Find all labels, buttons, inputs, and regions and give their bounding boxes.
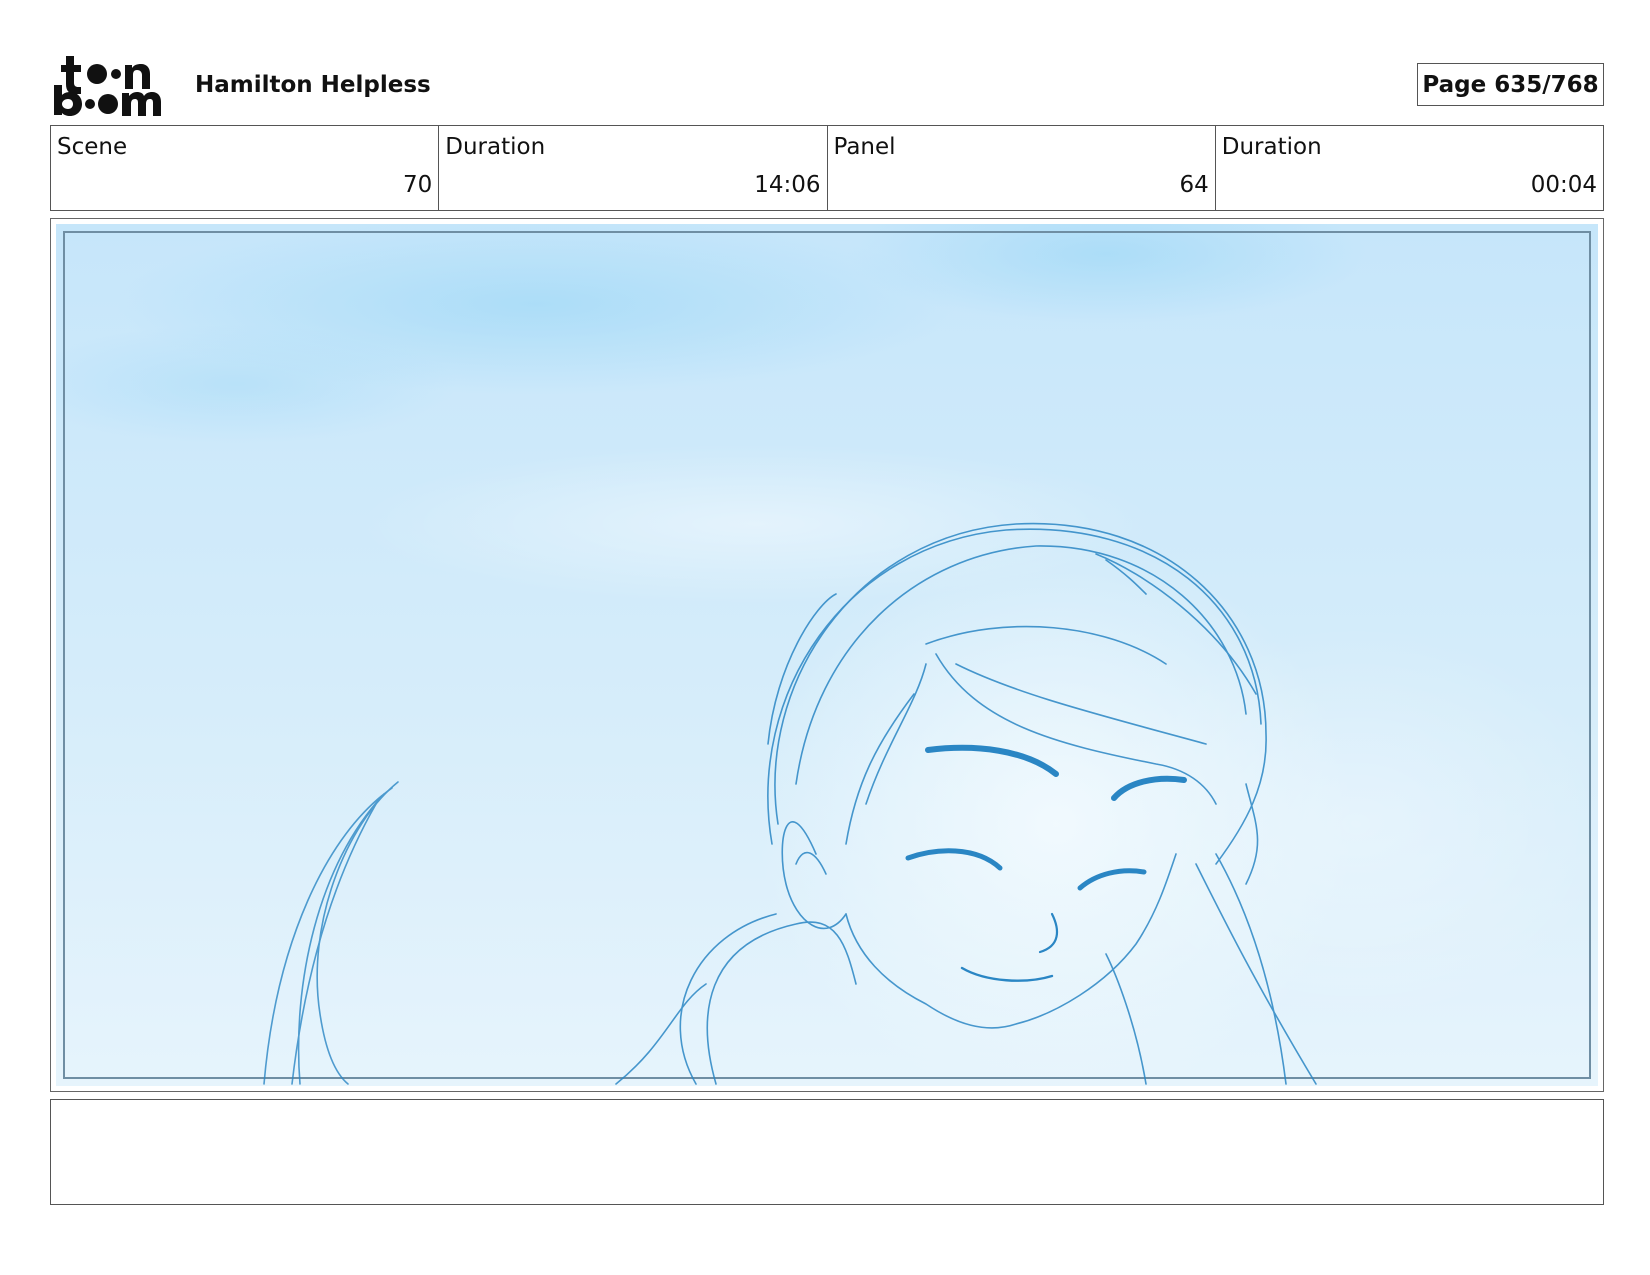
scene-duration-cell: Duration 14:06	[438, 126, 826, 210]
panel-notes-box	[50, 1099, 1604, 1205]
toon-boom-logo-icon	[54, 52, 172, 116]
scene-label: Scene	[57, 134, 128, 160]
page-indicator: Page 635/768	[1417, 63, 1604, 106]
panel-cell: Panel 64	[826, 126, 1215, 210]
panel-duration-label: Duration	[1221, 134, 1322, 160]
scene-info-table: Scene 70 Duration 14:06 Panel 64 Duratio…	[50, 125, 1604, 211]
panel-duration-value: 00:04	[1530, 172, 1597, 198]
scene-value: 70	[402, 172, 433, 198]
storyboard-sketch-image-icon	[56, 224, 1598, 1086]
scene-duration-value: 14:06	[754, 172, 821, 198]
scene-duration-label: Duration	[445, 134, 546, 160]
panel-value: 64	[1179, 172, 1209, 198]
scene-cell: Scene 70	[51, 126, 438, 210]
project-title: Hamilton Helpless	[195, 72, 431, 98]
storyboard-panel-frame	[50, 218, 1604, 1092]
panel-duration-cell: Duration 00:04	[1214, 126, 1603, 210]
panel-label: Panel	[833, 134, 896, 160]
